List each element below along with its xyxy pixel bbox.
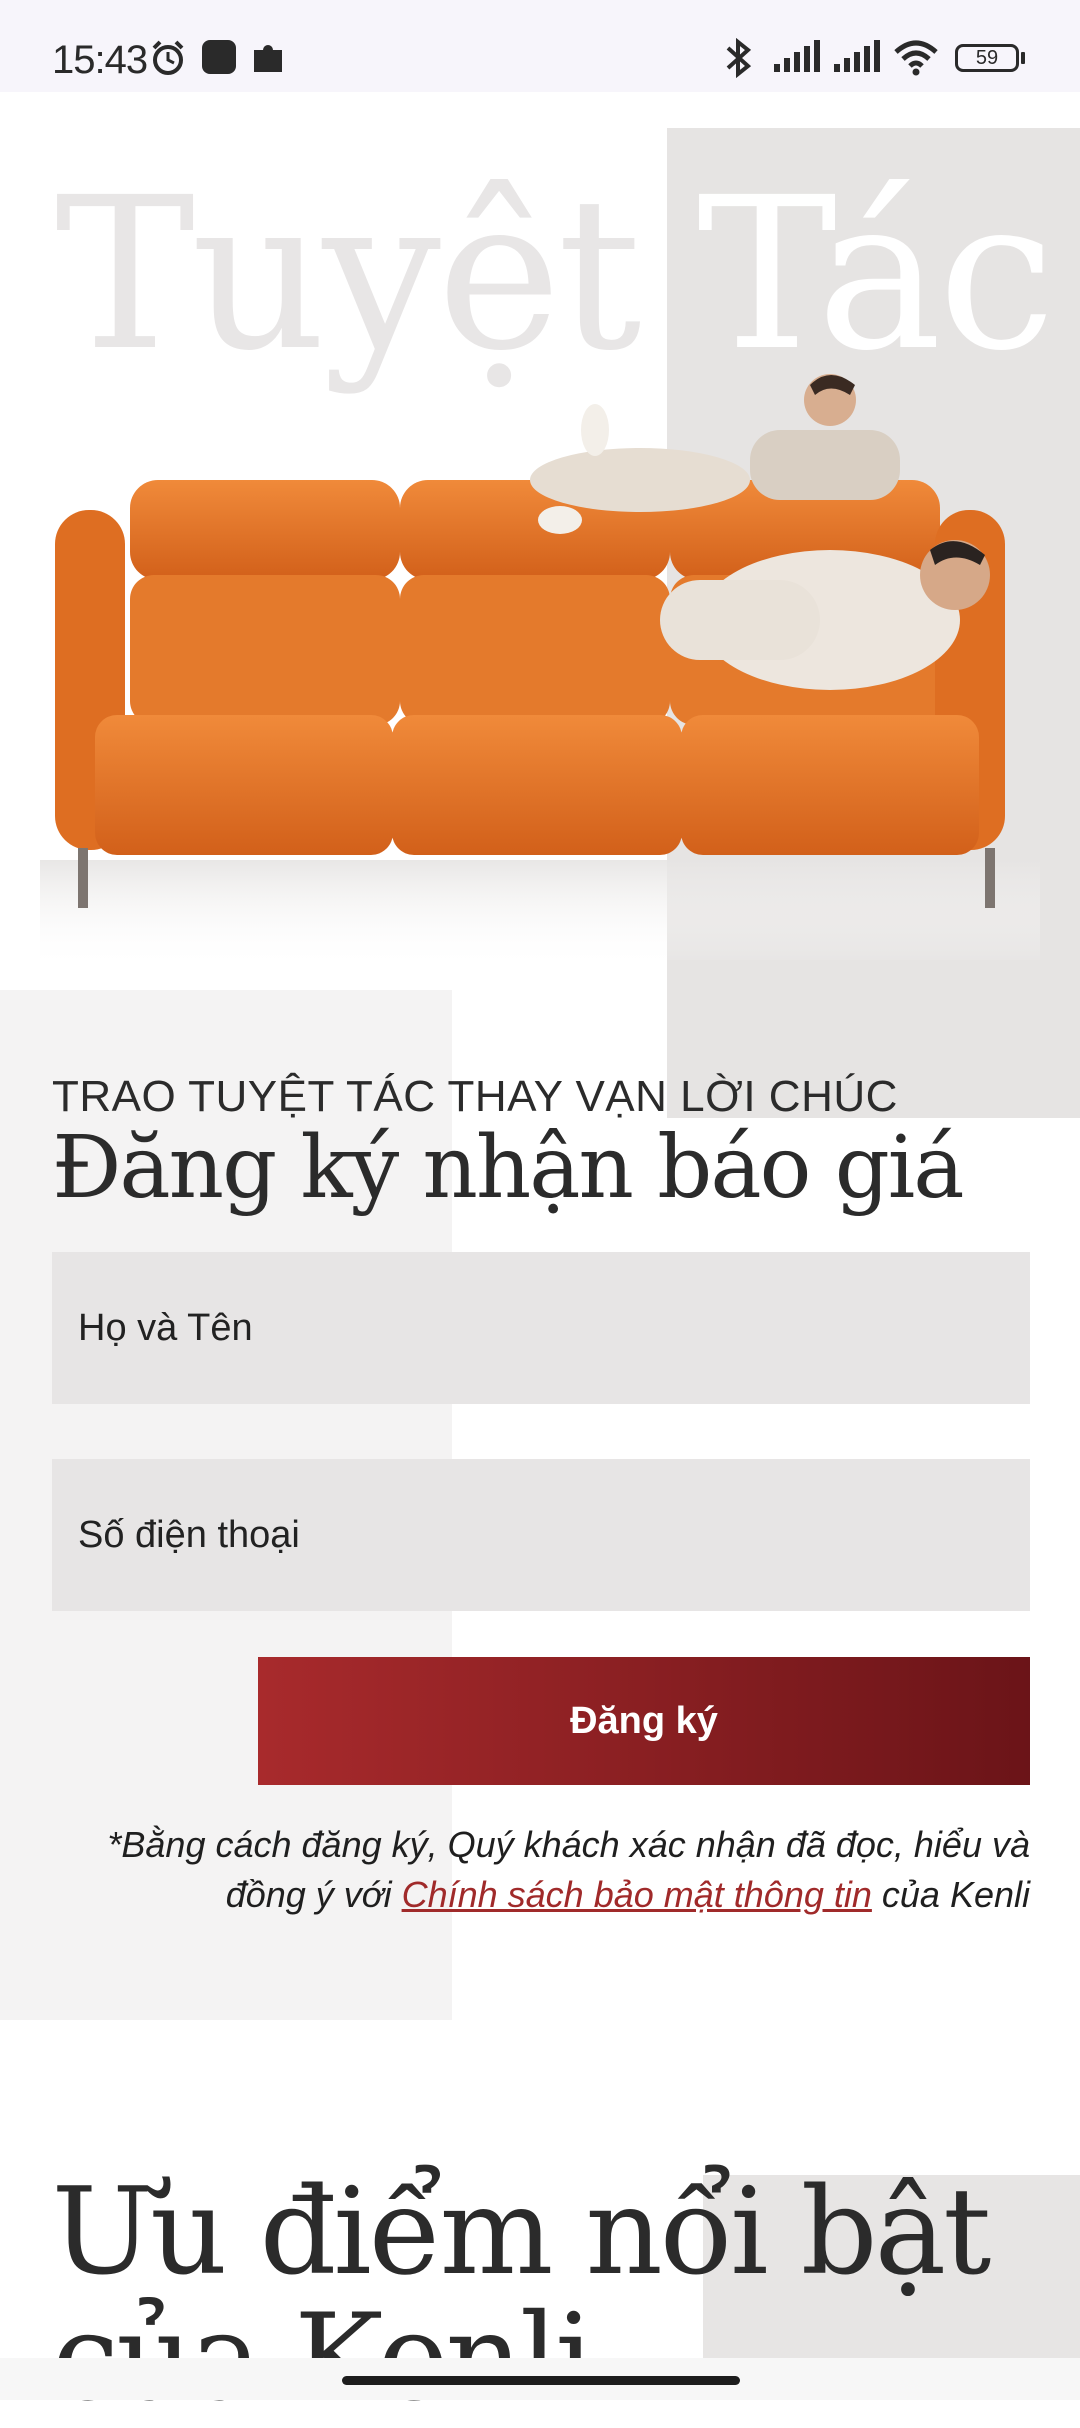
- hero-image: [0, 360, 1040, 970]
- bluetooth-icon: [726, 38, 752, 78]
- battery-icon: 59: [955, 44, 1019, 72]
- status-time: 15:43: [52, 38, 148, 82]
- privacy-policy-link[interactable]: Chính sách bảo mật thông tin: [402, 1874, 872, 1915]
- hero-title-left: Tuyệt: [55, 152, 642, 397]
- form-subtitle: TRAO TUYỆT TÁC THAY VẠN LỜI CHÚC: [52, 1072, 898, 1121]
- register-button[interactable]: Đăng ký: [258, 1657, 1030, 1785]
- consent-note-suffix: của Kenli: [871, 1874, 1030, 1915]
- alarm-icon: [152, 40, 184, 75]
- square-icon: [202, 40, 236, 74]
- form-title: Đăng ký nhận báo giá: [52, 1118, 965, 1218]
- name-input[interactable]: [52, 1252, 1030, 1404]
- consent-note: *Bằng cách đăng ký, Quý khách xác nhận đ…: [100, 1820, 1030, 1920]
- wifi-icon: [894, 40, 938, 76]
- hero-title-right: Tác: [697, 152, 1056, 397]
- orange-sofa-image: [0, 374, 1040, 970]
- signal-icon: [774, 40, 820, 72]
- home-gesture-handle[interactable]: [342, 2376, 740, 2385]
- battery-tip: [1021, 52, 1025, 64]
- puzzle-icon: [254, 44, 282, 72]
- signal-icon: [834, 40, 880, 72]
- status-bar: 15:43 59: [0, 0, 1080, 92]
- battery-level: 59: [975, 47, 999, 69]
- phone-input[interactable]: [52, 1459, 1030, 1611]
